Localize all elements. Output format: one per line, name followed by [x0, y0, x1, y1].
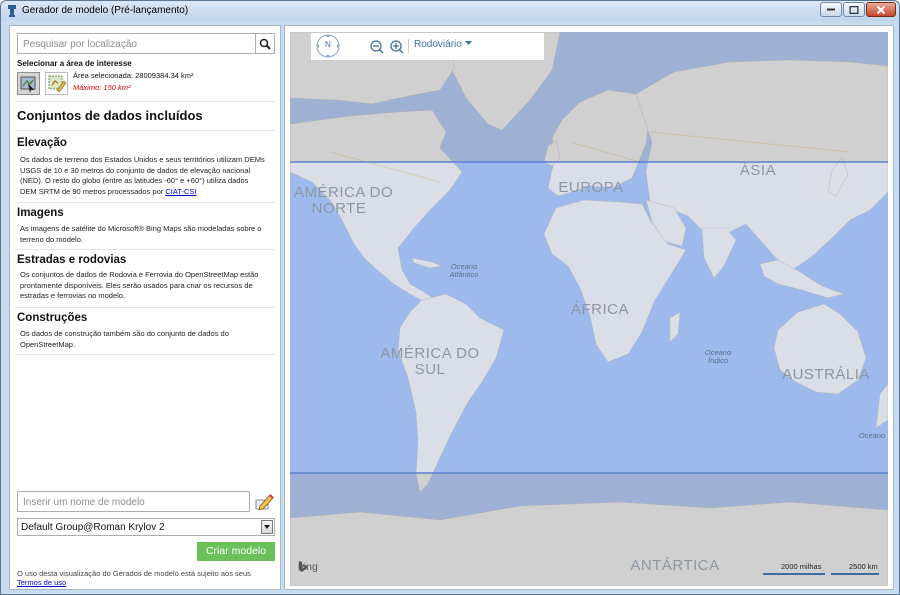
- divider: [15, 307, 275, 308]
- group-select-value: Default Group@Roman Krylov 2: [21, 522, 165, 533]
- label-south-america: AMÉRICA DO SUL: [380, 345, 480, 378]
- terms-text: O uso desta visualização do Gerados de m…: [17, 569, 251, 578]
- buildings-heading: Construções: [17, 312, 88, 324]
- divider: [15, 130, 275, 131]
- toolbar-divider: [408, 39, 409, 53]
- scale-miles-label: 2000 milhas: [781, 562, 822, 571]
- close-button[interactable]: [866, 2, 896, 17]
- maximize-icon: [849, 5, 859, 14]
- zoom-out-icon: [370, 40, 384, 54]
- chevron-down-icon: [264, 525, 270, 529]
- elevation-heading: Elevação: [17, 137, 67, 149]
- left-panel: Pesquisar por localização Selecionar a á…: [9, 25, 281, 590]
- divider: [15, 202, 275, 203]
- terms-link[interactable]: Termos de uso: [17, 578, 66, 587]
- select-area-tool-button[interactable]: [17, 72, 40, 95]
- scale-km-label: 2500 km: [849, 562, 878, 571]
- create-model-button[interactable]: Criar modelo: [197, 542, 275, 561]
- title-bar: Gerador de modelo (Pré-lançamento): [1, 1, 899, 21]
- terms-footer: O uso desta visualização do Gerados de m…: [17, 569, 272, 587]
- zoom-in-button[interactable]: [390, 39, 404, 54]
- minimize-icon: [827, 8, 835, 10]
- roads-heading: Estradas e rodovias: [17, 254, 127, 266]
- zoom-out-button[interactable]: [370, 39, 384, 54]
- imagery-heading: Imagens: [17, 207, 64, 219]
- close-icon: [876, 5, 886, 14]
- divider: [15, 249, 275, 250]
- ciat-csi-link[interactable]: CIAT-CSI: [165, 187, 196, 196]
- maximize-button[interactable]: [843, 2, 865, 17]
- label-asia: ÁSIA: [739, 162, 777, 179]
- map-canvas[interactable]: AMÉRICA DO NORTE EUROPA ÁSIA ÁFRICA AMÉR…: [290, 32, 888, 586]
- app-icon: [8, 5, 16, 17]
- label-north-america: AMÉRICA DO NORTE: [294, 184, 394, 217]
- selected-area-text: Área selecionada: 28009384.34 km²: [73, 71, 194, 80]
- elevation-description: Os dados de terreno dos Estados Unidos e…: [20, 155, 266, 197]
- dropdown-button[interactable]: [261, 520, 273, 534]
- model-name-button[interactable]: [254, 491, 275, 512]
- map-select-icon: [20, 76, 36, 93]
- map-edit-icon: [48, 75, 67, 93]
- divider: [15, 354, 275, 355]
- imagery-description: As imagens de satélite do Microsoft® Bin…: [20, 224, 262, 244]
- compass-control[interactable]: N: [311, 33, 345, 59]
- zoom-in-icon: [390, 40, 404, 54]
- model-name-input[interactable]: Inserir um nome de modelo: [17, 491, 250, 512]
- label-ocean-edge: Oceano: [858, 431, 886, 440]
- group-select[interactable]: Default Group@Roman Krylov 2: [17, 518, 275, 536]
- compass-north-label: N: [325, 40, 331, 49]
- map-toolbar: N Rodoviário: [311, 33, 544, 60]
- scale-km-bar: [831, 573, 879, 575]
- divider: [15, 101, 275, 102]
- search-icon: [259, 38, 271, 50]
- label-antarctica: ANTÁRTICA: [630, 557, 720, 574]
- max-area-text: Máximo: 150 km²: [73, 83, 131, 92]
- chevron-down-icon: [464, 41, 472, 45]
- label-europe: EUROPA: [558, 179, 624, 196]
- pencil-icon: [255, 494, 274, 511]
- minimize-button[interactable]: [820, 2, 842, 17]
- scale-miles-bar: [763, 573, 825, 575]
- elevation-text: Os dados de terreno dos Estados Unidos e…: [20, 155, 265, 196]
- aoi-title: Selecionar a área de interesse: [17, 59, 132, 68]
- app-window: Gerador de modelo (Pré-lançamento) Pesqu…: [0, 0, 900, 595]
- edit-area-tool-button[interactable]: [45, 72, 68, 95]
- label-indian-ocean: Oceano Índico: [704, 348, 732, 365]
- map-panel: AMÉRICA DO NORTE EUROPA ÁSIA ÁFRICA AMÉR…: [284, 25, 894, 590]
- map-style-dropdown[interactable]: Rodoviário: [414, 39, 472, 50]
- bing-logo-icon: [299, 561, 307, 572]
- label-africa: ÁFRICA: [570, 301, 629, 318]
- label-australia: AUSTRÁLIA: [782, 366, 870, 383]
- search-input[interactable]: Pesquisar por localização: [17, 33, 256, 54]
- roads-description: Os conjuntos de dados de Rodovia e Ferro…: [20, 270, 259, 300]
- bing-attribution: bing: [298, 561, 318, 573]
- buildings-description: Os dados de construção também são do con…: [20, 329, 229, 349]
- search-button[interactable]: [255, 33, 275, 54]
- map-style-label: Rodoviário: [414, 39, 462, 50]
- window-title: Gerador de modelo (Pré-lançamento): [22, 5, 189, 16]
- datasets-title: Conjuntos de dados incluídos: [17, 108, 203, 123]
- label-atlantic-ocean: Oceano Atlântico: [449, 262, 479, 279]
